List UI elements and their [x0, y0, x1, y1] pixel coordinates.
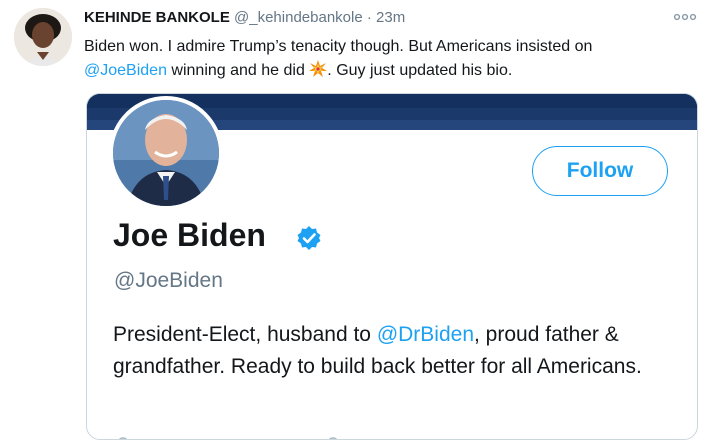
follow-button[interactable]: Follow [532, 146, 668, 196]
profile-stats-cutoff [118, 437, 338, 439]
tweet-text-line1: Biden won. I admire Trump’s tenacity tho… [84, 38, 593, 55]
profile-handle[interactable]: @JoeBiden [114, 269, 223, 293]
embedded-profile-card[interactable]: Follow Joe Biden @JoeBiden President-Ele… [86, 93, 698, 440]
collision-emoji-icon [309, 60, 328, 77]
profile-bio: President-Elect, husband to @DrBiden, pr… [113, 319, 673, 383]
verified-badge-icon [297, 226, 321, 250]
tweet-header: KEHINDE BANKOLE @_kehindebankole · 23m [84, 9, 405, 26]
more-dots-icon[interactable] [673, 10, 697, 24]
author-avatar[interactable] [14, 8, 72, 66]
tweet-text-part2: winning and he did [166, 62, 310, 79]
tweet-text: Biden won. I admire Trump’s tenacity tho… [84, 35, 704, 83]
mention-joebiden[interactable]: @JoeBiden [84, 62, 167, 79]
author-name[interactable]: KEHINDE BANKOLE [84, 9, 230, 26]
profile-name[interactable]: Joe Biden [113, 217, 266, 254]
bio-text-part1: President-Elect, husband to [113, 323, 377, 346]
tweet-text-part3: . Guy just updated his bio. [327, 62, 513, 79]
mention-drbiden[interactable]: @DrBiden [377, 323, 474, 346]
profile-avatar[interactable] [109, 96, 223, 210]
tweet: KEHINDE BANKOLE @_kehindebankole · 23m B… [0, 0, 720, 447]
tweet-timestamp[interactable]: 23m [376, 9, 405, 26]
header-separator: · [366, 9, 372, 26]
author-handle[interactable]: @_kehindebankole [234, 9, 363, 26]
